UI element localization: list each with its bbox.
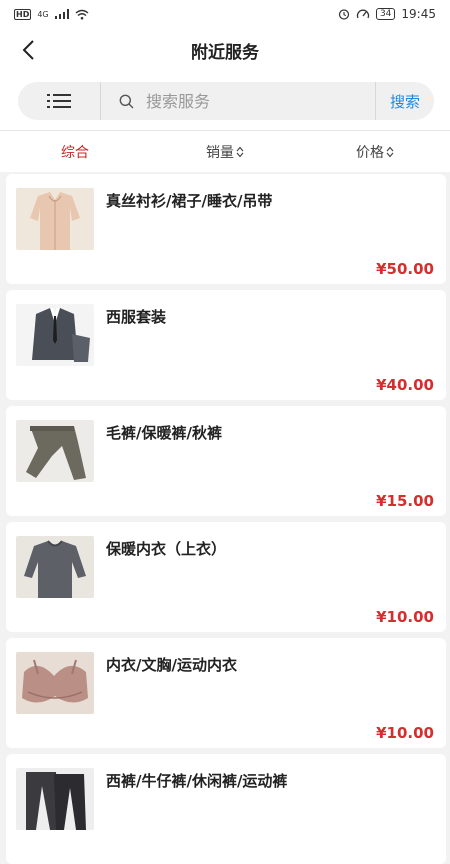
bra-photo: [16, 652, 94, 714]
service-title: 毛裤/保暖裤/秋裤: [106, 424, 222, 442]
speed-icon: [356, 9, 370, 19]
list-icon: [47, 94, 71, 108]
silk-blouse-photo: [16, 188, 94, 250]
service-card[interactable]: 保暖内衣（上衣） ¥10.00: [6, 522, 446, 632]
sort-tab-label: 价格: [356, 144, 384, 161]
search-input[interactable]: [144, 90, 348, 112]
search-box: 搜索: [18, 82, 434, 120]
service-title: 保暖内衣（上衣）: [106, 540, 227, 558]
suit-photo: [16, 304, 94, 366]
service-price: ¥50.00: [376, 260, 434, 278]
service-title: 西裤/牛仔裤/休闲裤/运动裤: [106, 772, 288, 790]
service-price: ¥10.00: [376, 608, 434, 626]
status-right: 34 19:45: [338, 7, 436, 21]
wifi-icon: [75, 9, 89, 19]
header: 附近服务: [0, 28, 450, 72]
chevron-left-icon: [22, 40, 34, 60]
thermal-top-photo: [16, 536, 94, 598]
service-title: 西服套装: [106, 308, 167, 326]
sort-bar: 综合 销量 价格: [0, 130, 450, 172]
service-card[interactable]: 毛裤/保暖裤/秋裤 ¥15.00: [6, 406, 446, 516]
battery-indicator: 34: [375, 8, 396, 20]
service-title: 内衣/文胸/运动内衣: [106, 656, 237, 674]
sort-tab-price[interactable]: 价格: [300, 142, 450, 162]
service-card[interactable]: 西裤/牛仔裤/休闲裤/运动裤: [6, 754, 446, 864]
category-menu-button[interactable]: [18, 82, 101, 120]
network-label: 4G: [37, 9, 49, 19]
sort-tab-label: 综合: [61, 144, 89, 161]
status-bar: HD 4G 34 19:45: [0, 0, 450, 28]
thermal-pants-photo: [16, 420, 94, 482]
service-price: ¥15.00: [376, 492, 434, 510]
service-card[interactable]: 内衣/文胸/运动内衣 ¥10.00: [6, 638, 446, 748]
sort-tab-overall[interactable]: 综合: [0, 142, 150, 162]
alarm-icon: [338, 9, 350, 20]
signal-icon: [54, 9, 69, 19]
search-icon: [119, 94, 134, 108]
page-title: 附近服务: [191, 42, 259, 63]
status-left: HD 4G: [14, 8, 89, 20]
trousers-photo: [16, 768, 94, 830]
service-card[interactable]: 西服套装 ¥40.00: [6, 290, 446, 400]
sort-arrows-icon: [386, 146, 394, 157]
search-button[interactable]: 搜索: [375, 82, 434, 120]
search-input-wrap: [101, 82, 375, 120]
hd-badge: HD: [14, 8, 32, 20]
service-card[interactable]: 真丝衬衫/裙子/睡衣/吊带 ¥50.00: [6, 174, 446, 284]
sort-tab-label: 销量: [206, 144, 234, 161]
service-price: ¥40.00: [376, 376, 434, 394]
back-button[interactable]: [12, 34, 44, 66]
sort-arrows-icon: [236, 146, 244, 157]
service-price: ¥10.00: [376, 724, 434, 742]
service-title: 真丝衬衫/裙子/睡衣/吊带: [106, 192, 273, 210]
search-row: 搜索: [0, 72, 450, 130]
clock: 19:45: [401, 7, 436, 21]
sort-tab-sales[interactable]: 销量: [150, 142, 300, 162]
